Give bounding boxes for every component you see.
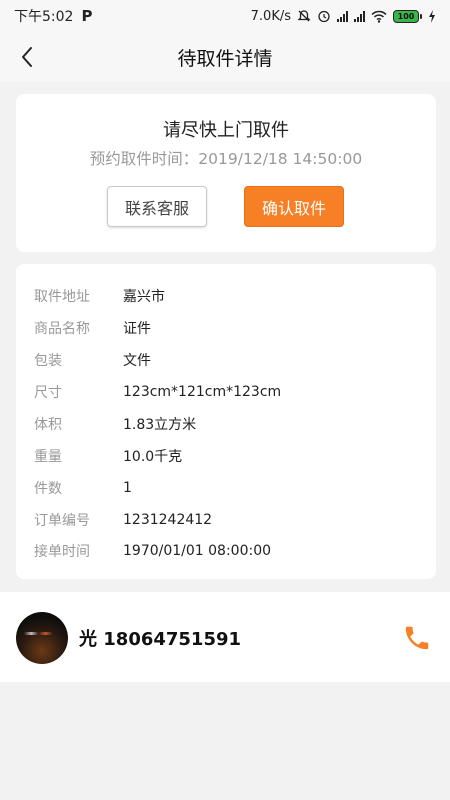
info-row-product: 商品名称 证件 — [34, 317, 151, 339]
info-value: 嘉兴市 — [123, 289, 165, 305]
info-value: 1 — [123, 480, 132, 496]
charging-icon — [429, 9, 435, 23]
info-value: 证件 — [123, 321, 151, 337]
info-label: 包装 — [34, 353, 62, 369]
info-value: 文件 — [123, 353, 151, 369]
info-row-weight: 重量 10.0千克 — [34, 445, 182, 467]
order-info-card: 取件地址 嘉兴市 商品名称 证件 包装 文件 尺寸 123cm*121cm*12… — [16, 264, 436, 579]
info-label: 件数 — [34, 481, 62, 497]
info-label: 接单时间 — [34, 544, 90, 560]
info-row-accept-time: 接单时间 1970/01/01 08:00:00 — [34, 540, 271, 562]
net-speed: 7.0K/s — [250, 8, 291, 24]
alarm-icon — [318, 10, 330, 23]
avatar — [16, 612, 68, 664]
info-label: 尺寸 — [34, 385, 62, 401]
info-value: 1231242412 — [123, 512, 213, 528]
info-label: 体积 — [34, 417, 62, 433]
info-row-address: 取件地址 嘉兴市 — [34, 285, 165, 307]
call-button[interactable] — [400, 621, 434, 655]
info-label: 取件地址 — [34, 289, 90, 305]
info-value: 123cm*121cm*123cm — [123, 384, 282, 400]
info-label: 订单编号 — [34, 513, 90, 529]
appointment-time: 预约取件时间：2019/12/18 14:50:00 — [89, 150, 363, 168]
contact-support-button[interactable]: 联系客服 — [107, 186, 207, 227]
info-row-quantity: 件数 1 — [34, 477, 132, 499]
info-label: 商品名称 — [34, 321, 90, 337]
status-right: 7.0K/s 100 — [251, 9, 436, 24]
mute-bell-icon — [297, 10, 311, 22]
info-row-order-number: 订单编号 1231242412 — [34, 509, 212, 531]
battery-icon: 100 — [393, 9, 422, 23]
avatar-decoration — [24, 632, 60, 635]
info-value: 10.0千克 — [123, 449, 183, 465]
pickup-heading: 请尽快上门取件 — [163, 120, 289, 141]
parking-app-icon: P — [81, 7, 93, 25]
status-bar: 下午5:02 P 7.0K/s 100 — [0, 0, 450, 32]
info-value: 1.83立方米 — [123, 417, 197, 433]
wifi-icon — [371, 10, 387, 23]
info-value: 1970/01/01 08:00:00 — [123, 543, 272, 559]
info-row-size: 尺寸 123cm*121cm*123cm — [34, 381, 281, 403]
status-left: 下午5:02 P — [14, 6, 92, 26]
phone-icon — [405, 626, 429, 650]
pickup-card: 请尽快上门取件 预约取件时间：2019/12/18 14:50:00 联系客服 … — [16, 94, 436, 252]
chevron-left-icon — [22, 47, 32, 67]
customer-bar: 光 18064751591 — [0, 592, 450, 682]
signal-icon — [337, 10, 348, 22]
info-label: 重量 — [34, 449, 62, 465]
back-button[interactable] — [14, 44, 40, 70]
signal-icon — [354, 10, 365, 22]
info-row-packaging: 包装 文件 — [34, 349, 151, 371]
info-row-volume: 体积 1.83立方米 — [34, 413, 196, 435]
customer-name-phone: 光 18064751591 — [79, 629, 242, 650]
page-title: 待取件详情 — [177, 47, 273, 70]
nav-bar: 待取件详情 — [0, 32, 450, 82]
status-time: 下午5:02 — [14, 9, 74, 25]
confirm-pickup-button[interactable]: 确认取件 — [244, 186, 344, 227]
